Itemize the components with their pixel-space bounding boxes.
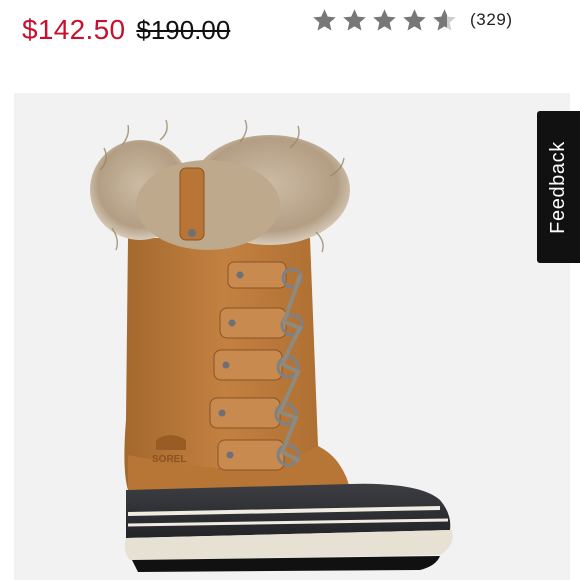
star-icon xyxy=(373,8,396,31)
feedback-tab[interactable]: Feedback xyxy=(537,111,580,263)
original-price: $190.00 xyxy=(136,14,231,45)
star-icon xyxy=(403,8,426,31)
price-row: $142.50 $190.00 xyxy=(22,10,230,50)
star-icon xyxy=(313,8,336,31)
star-icon xyxy=(343,8,366,31)
review-count[interactable]: (329) xyxy=(470,10,513,30)
feedback-label: Feedback xyxy=(547,140,570,234)
boot-illustration: SOREL xyxy=(90,119,453,572)
brand-logo: SOREL xyxy=(152,454,186,465)
product-image[interactable]: SOREL xyxy=(14,93,570,580)
half-star-icon xyxy=(433,8,456,31)
rating[interactable]: (329) xyxy=(311,6,513,34)
sale-price: $142.50 xyxy=(22,14,126,45)
